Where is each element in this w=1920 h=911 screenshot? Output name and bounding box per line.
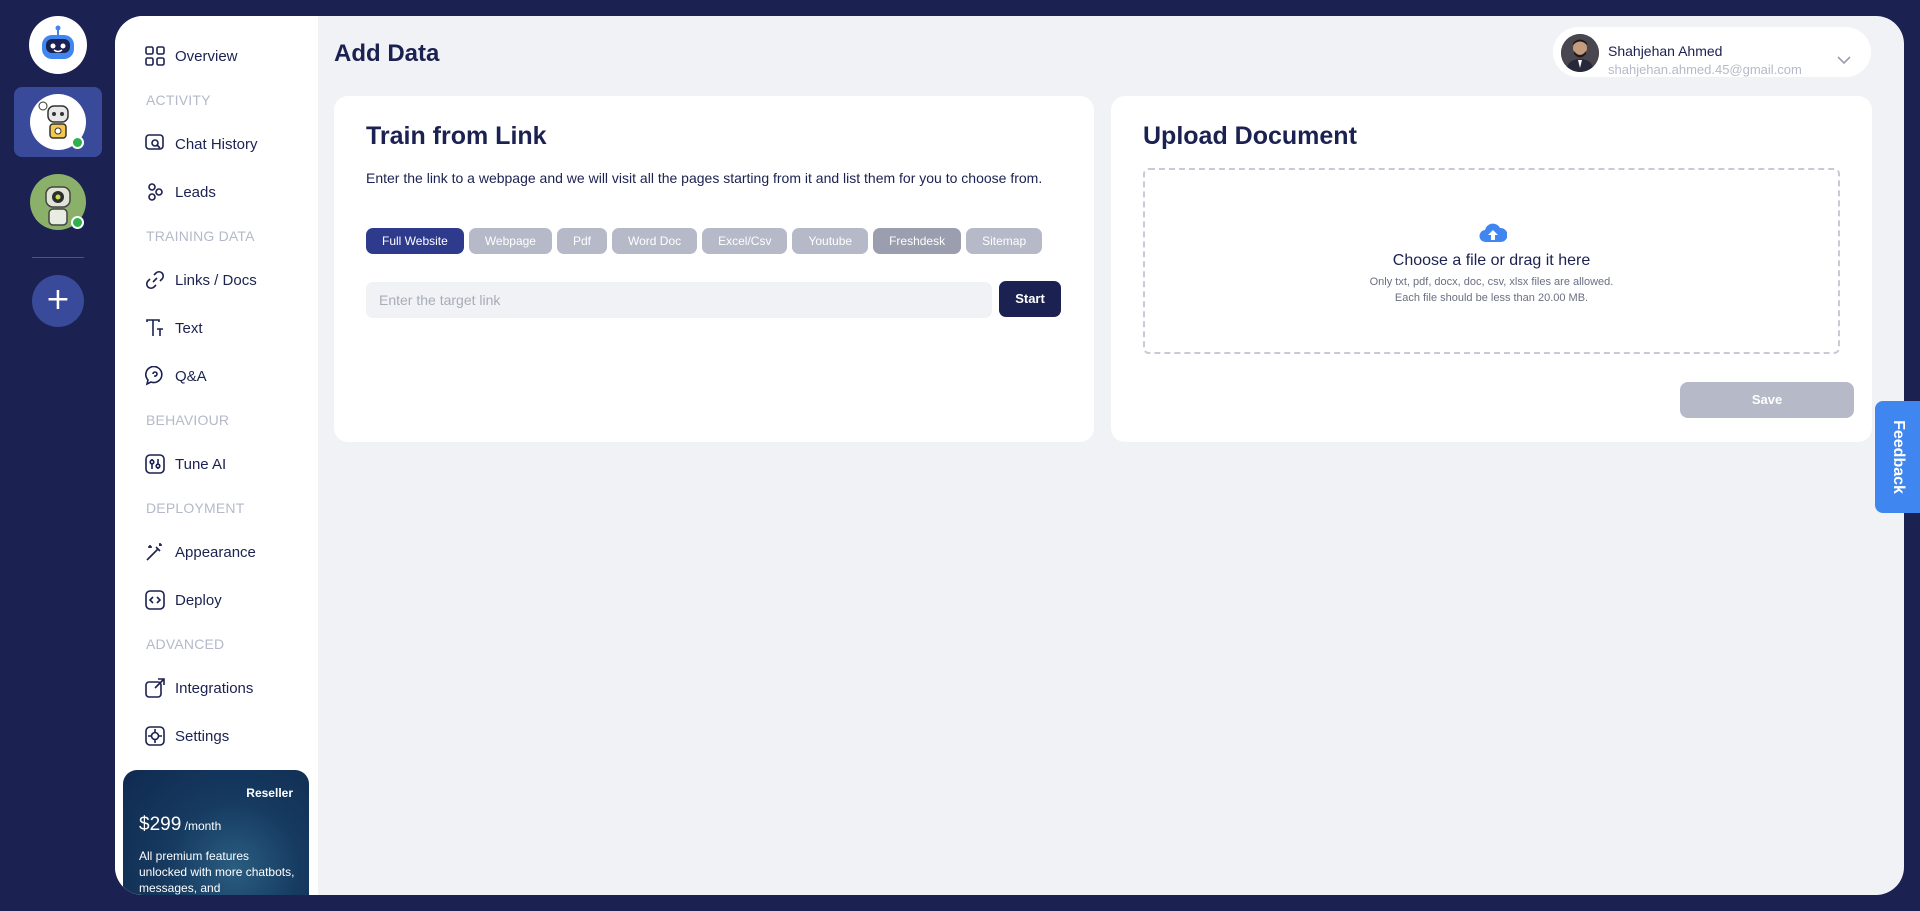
section-deployment: DEPLOYMENT [146, 500, 245, 516]
chevron-down-icon[interactable] [1837, 49, 1851, 68]
code-icon [145, 590, 165, 610]
section-behaviour: BEHAVIOUR [146, 412, 230, 428]
sidebar-item-label: Overview [175, 47, 238, 65]
sidebar-item-label: Links / Docs [175, 271, 257, 289]
plan-price-period: /month [181, 819, 222, 833]
plan-price: $299 /month [139, 814, 221, 836]
card-title: Upload Document [1143, 122, 1357, 150]
sidebar-item-label: Integrations [175, 679, 254, 697]
feedback-button[interactable]: Feedback [1875, 401, 1920, 513]
grid-icon [145, 46, 165, 66]
users-icon [145, 182, 165, 202]
cloud-upload-icon [1479, 222, 1508, 248]
target-link-input[interactable] [366, 282, 992, 318]
plan-tag: Reseller [246, 786, 293, 800]
user-email: shahjehan.ahmed.45@gmail.com [1608, 62, 1802, 77]
tab-youtube[interactable]: Youtube [792, 228, 869, 254]
sidebar-item-text[interactable]: Text [145, 314, 203, 342]
section-training-data: TRAINING DATA [146, 228, 255, 244]
sidebar-item-label: Tune AI [175, 455, 227, 473]
tab-webpage[interactable]: Webpage [468, 228, 552, 254]
sidebar-item-leads[interactable]: Leads [145, 178, 216, 206]
feedback-label: Feedback [1889, 420, 1907, 494]
card-description: Enter the link to a webpage and we will … [366, 170, 1043, 186]
sidebar-item-chat-history[interactable]: Chat History [145, 130, 258, 158]
online-status-dot [71, 216, 84, 229]
dropzone-title: Choose a file or drag it here [1392, 252, 1591, 269]
tab-pdf[interactable]: Pdf [556, 228, 607, 254]
tab-excel-csv[interactable]: Excel/Csv [702, 228, 788, 254]
sidebar: Overview ACTIVITY Chat History Leads TRA… [115, 16, 318, 895]
source-type-tabs: Full Website Webpage Pdf Word Doc Excel/… [366, 228, 1043, 254]
sliders-icon [145, 454, 165, 474]
sidebar-item-label: Text [175, 319, 203, 337]
add-bot-button[interactable]: + [32, 275, 84, 327]
external-link-icon [145, 678, 165, 698]
sidebar-item-settings[interactable]: Settings [145, 722, 229, 750]
link-icon [145, 270, 165, 290]
sidebar-item-links-docs[interactable]: Links / Docs [145, 266, 257, 294]
sidebar-item-qa[interactable]: Q&A [145, 362, 207, 390]
sidebar-item-tune-ai[interactable]: Tune AI [145, 450, 226, 478]
chat-search-icon [145, 134, 165, 154]
tab-sitemap[interactable]: Sitemap [966, 228, 1043, 254]
magic-wand-icon [145, 542, 165, 562]
tab-word-doc[interactable]: Word Doc [611, 228, 698, 254]
section-activity: ACTIVITY [146, 92, 211, 108]
train-from-link-card: Train from Link Enter the link to a webp… [334, 96, 1094, 442]
section-advanced: ADVANCED [146, 636, 225, 652]
sidebar-item-integrations[interactable]: Integrations [145, 674, 253, 702]
question-chat-icon [145, 366, 165, 386]
plan-description: All premium features unlocked with more … [139, 849, 295, 895]
settings-icon [145, 726, 165, 746]
reseller-plan-card[interactable]: Reseller $299 /month All premium feature… [123, 770, 309, 895]
main-panel: Overview ACTIVITY Chat History Leads TRA… [115, 16, 1904, 895]
start-button[interactable]: Start [999, 281, 1061, 317]
sidebar-item-appearance[interactable]: Appearance [145, 538, 256, 566]
sidebar-item-overview[interactable]: Overview [145, 42, 238, 70]
card-title: Train from Link [366, 122, 547, 150]
online-status-dot [71, 136, 84, 149]
dropzone-allowed-types: Only txt, pdf, docx, doc, csv, xlsx file… [1369, 276, 1614, 288]
tab-freshdesk[interactable]: Freshdesk [873, 228, 962, 254]
text-icon [145, 318, 165, 338]
dropzone-size-limit: Each file should be less than 20.00 MB. [1394, 292, 1589, 304]
sidebar-item-label: Chat History [175, 135, 258, 153]
sidebar-item-label: Q&A [175, 367, 207, 385]
tab-full-website[interactable]: Full Website [366, 228, 464, 254]
sidebar-item-label: Leads [175, 183, 216, 201]
sidebar-item-label: Settings [175, 727, 230, 745]
upload-document-card: Upload Document Choose a file or drag it… [1111, 96, 1872, 442]
avatar [1561, 34, 1599, 72]
rail-divider [32, 257, 84, 258]
bot-rail: + [0, 0, 115, 911]
sidebar-item-deploy[interactable]: Deploy [145, 586, 222, 614]
file-dropzone[interactable]: Choose a file or drag it here Only txt, … [1143, 168, 1840, 354]
sidebar-item-label: Appearance [175, 543, 256, 561]
sidebar-item-label: Deploy [175, 591, 222, 609]
plan-price-amount: $299 [139, 814, 182, 835]
user-menu[interactable]: Shahjehan Ahmed shahjehan.ahmed.45@gmail… [1553, 27, 1871, 77]
page-title: Add Data [334, 40, 440, 67]
robot-logo-icon[interactable] [29, 16, 87, 74]
save-button[interactable]: Save [1680, 382, 1854, 418]
user-name: Shahjehan Ahmed [1608, 43, 1723, 59]
